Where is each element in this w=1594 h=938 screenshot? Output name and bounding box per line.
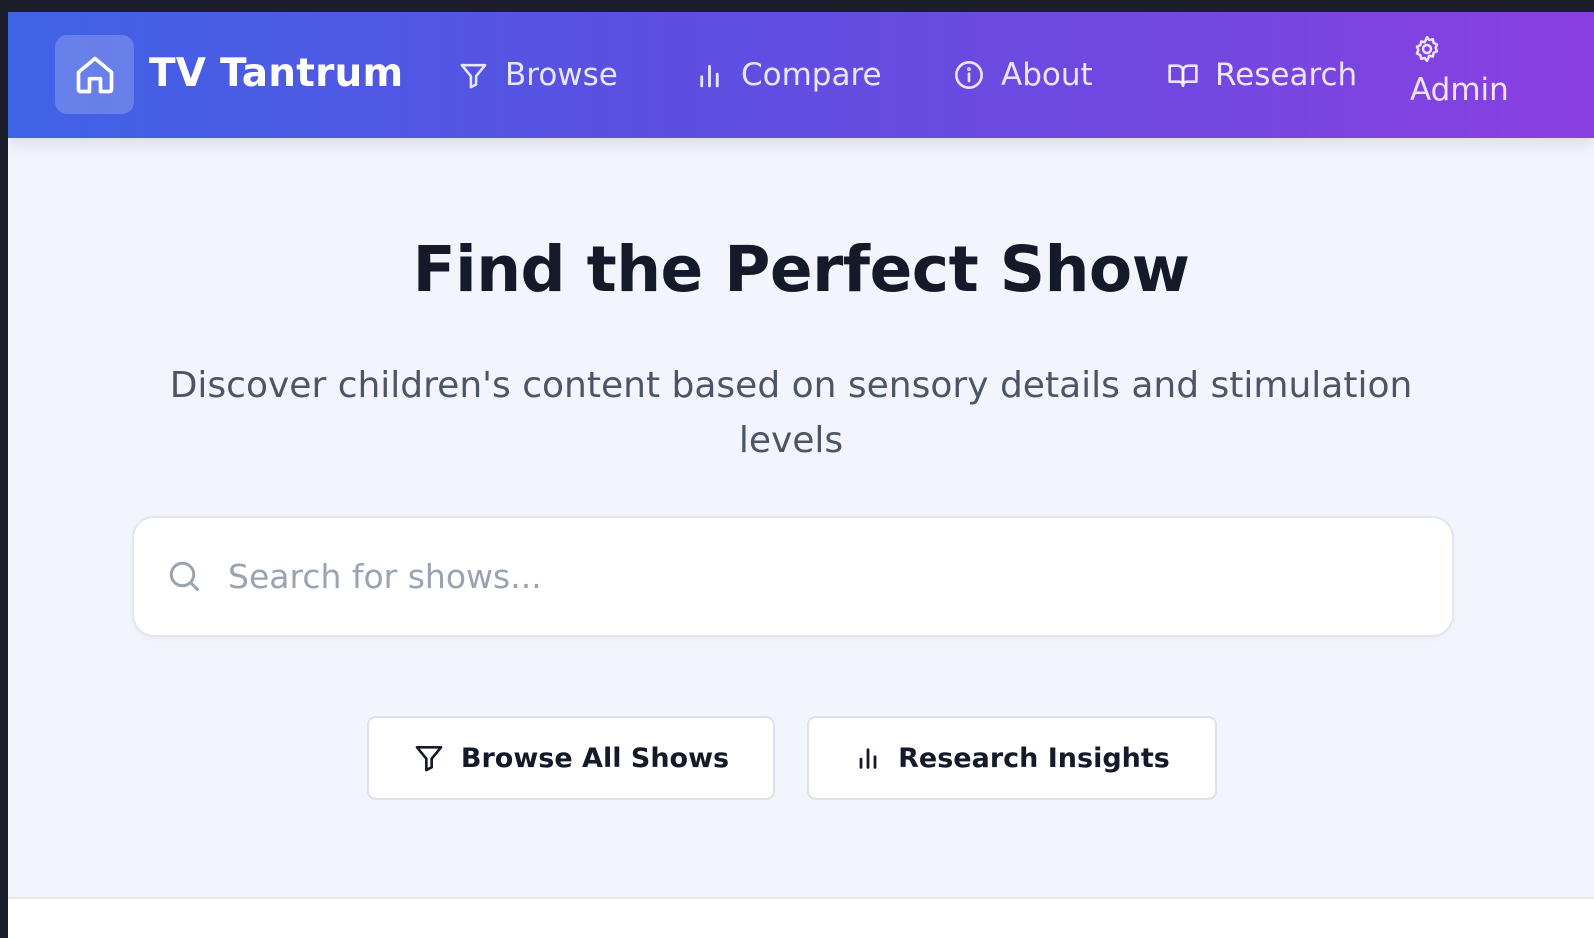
nav-item-about[interactable]: About: [953, 52, 1093, 98]
nav-item-browse[interactable]: Browse: [458, 52, 618, 98]
nav-item-admin[interactable]: Admin: [1410, 34, 1520, 110]
nav-item-compare[interactable]: Compare: [694, 52, 882, 98]
nav-item-label: Compare: [741, 57, 882, 93]
info-icon: [953, 59, 985, 91]
search-box[interactable]: [132, 516, 1454, 637]
app-brand-name[interactable]: TV Tantrum: [149, 50, 403, 98]
nav-item-research[interactable]: Research: [1167, 52, 1357, 98]
nav-item-label: Browse: [505, 57, 618, 93]
button-label: Browse All Shows: [460, 742, 730, 774]
browse-all-shows-button[interactable]: Browse All Shows: [367, 716, 775, 800]
bar-chart-icon: [694, 60, 725, 91]
research-insights-button[interactable]: Research Insights: [807, 716, 1217, 800]
nav-item-label: Admin: [1410, 72, 1509, 108]
top-nav-bar: TV Tantrum Browse Compare About Research…: [8, 12, 1594, 138]
hero-title: Find the Perfect Show: [412, 233, 1190, 306]
browser-viewport: TV Tantrum Browse Compare About Research…: [8, 12, 1594, 938]
home-logo-button[interactable]: [55, 35, 134, 114]
next-section: [8, 899, 1594, 938]
nav-item-label: Research: [1215, 57, 1358, 93]
nav-item-label: About: [1001, 57, 1093, 93]
filter-icon: [413, 742, 445, 774]
search-icon: [166, 558, 202, 598]
gear-icon: [1412, 34, 1520, 68]
book-icon: [1167, 59, 1199, 91]
bar-chart-icon: [854, 744, 882, 772]
button-label: Research Insights: [898, 742, 1170, 774]
home-icon: [76, 56, 113, 93]
hero-subtitle: Discover children's content based on sen…: [169, 365, 1413, 461]
search-input[interactable]: [228, 538, 1418, 614]
filter-icon: [458, 60, 489, 91]
